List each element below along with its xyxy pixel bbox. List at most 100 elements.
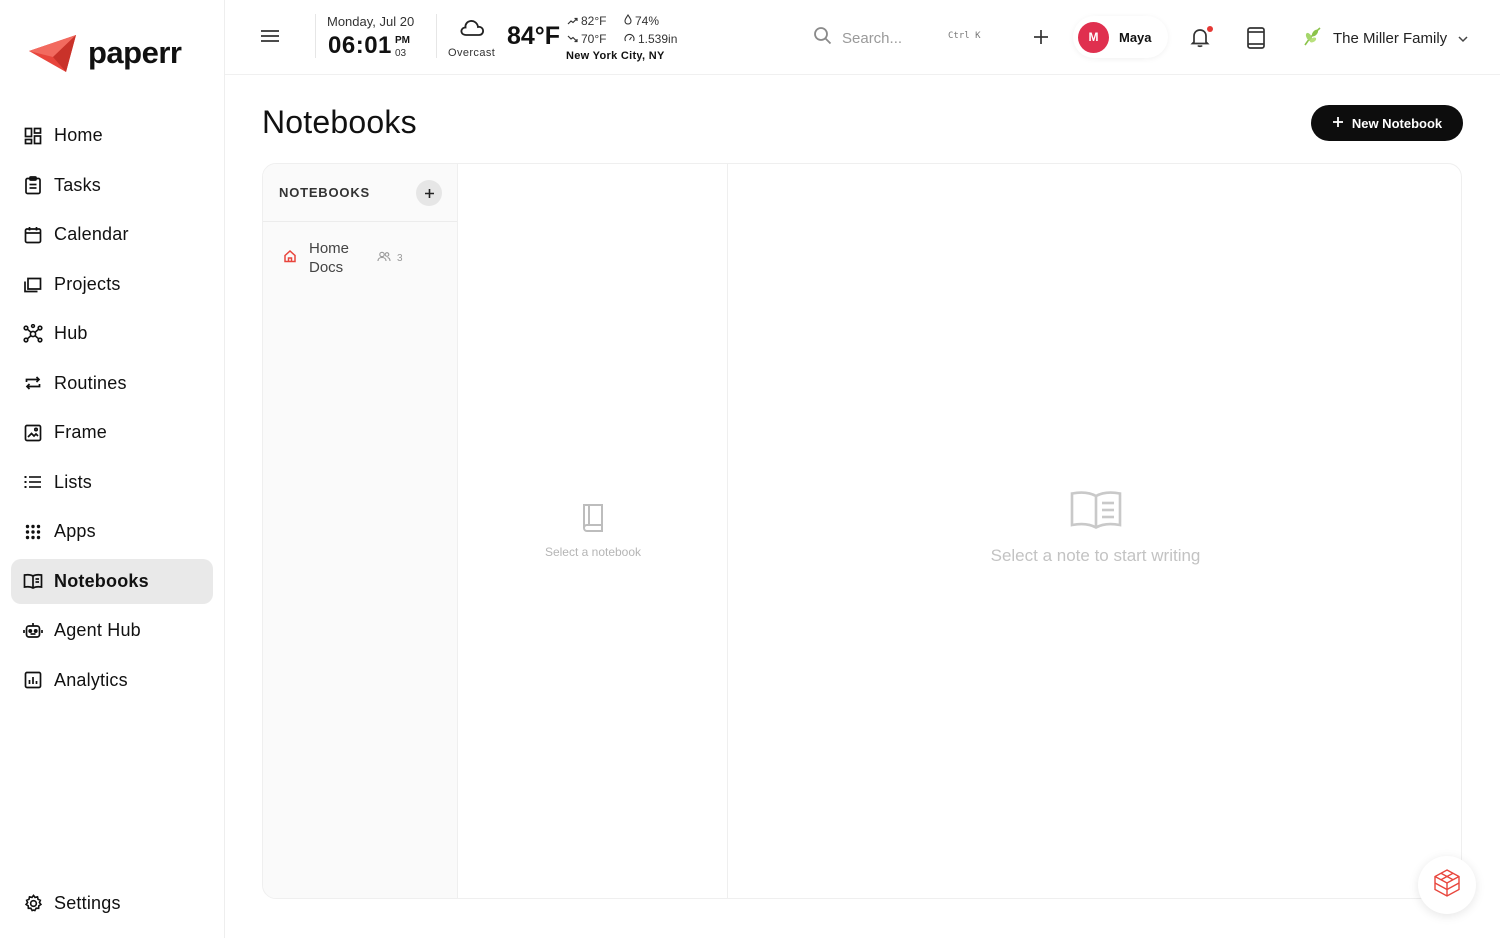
assistant-button[interactable] [1418, 856, 1476, 914]
sidebar-item-notebooks[interactable]: Notebooks [11, 558, 213, 604]
editor-empty-text: Select a note to start writing [990, 546, 1201, 565]
folders-icon [23, 274, 43, 294]
weather-condition: Overcast [448, 47, 496, 59]
user-name: Maya [1119, 29, 1152, 45]
sidebar-item-calendar[interactable]: Calendar [11, 212, 213, 257]
dashboard-icon [23, 126, 43, 146]
notification-dot [1207, 26, 1213, 32]
sidebar-item-projects[interactable]: Projects [11, 262, 213, 307]
sidebar-item-label: Home [54, 125, 103, 145]
sidebar-item-routines[interactable]: Routines [11, 361, 213, 406]
gauge-icon [624, 32, 635, 46]
current-temperature: 84°F [507, 22, 561, 50]
trend-up-icon [567, 14, 578, 28]
sidebar-item-label: Hub [54, 323, 88, 343]
notebooks-panel: NOTEBOOKS Home Docs 3 Select a notebook [262, 163, 1462, 899]
sidebar-item-lists[interactable]: Lists [11, 460, 213, 505]
page-title: Notebooks [262, 104, 417, 140]
app-name: paperr [88, 35, 182, 70]
sidebar-item-label: Settings [54, 893, 121, 913]
temp-low-value: 70°F [581, 32, 607, 46]
divider [315, 14, 316, 58]
sidebar-item-label: Tasks [54, 174, 102, 195]
cube-icon [1432, 868, 1462, 903]
add-notebook-button[interactable] [416, 180, 442, 206]
sidebar-settings: Settings [11, 881, 213, 931]
robot-icon [23, 621, 43, 641]
droplet-icon [624, 13, 632, 28]
sidebar-item-frame[interactable]: Frame [11, 410, 213, 455]
paper-plane-logo-icon [29, 35, 76, 72]
notebook-list-title: NOTEBOOKS [279, 185, 370, 200]
new-notebook-label: New Notebook [1351, 115, 1443, 131]
quick-add-button[interactable] [1030, 26, 1052, 48]
weather-location: New York City, NY [566, 50, 665, 62]
divider [436, 14, 437, 58]
pressure-value: 1.539in [638, 32, 678, 46]
sidebar-item-label: Frame [54, 422, 108, 442]
open-book-icon [1069, 491, 1123, 535]
book-icon [580, 504, 606, 536]
sidebar-item-label: Routines [54, 372, 127, 393]
time-ampm: PM [395, 35, 410, 46]
time-seconds: 03 [395, 48, 407, 59]
menu-icon[interactable] [260, 26, 280, 46]
notebook-item[interactable]: Home Docs 3 [263, 222, 457, 294]
list-icon [23, 472, 43, 492]
sidebar-item-label: Lists [54, 471, 93, 492]
home-icon [283, 249, 297, 268]
tablet-icon[interactable] [1245, 26, 1267, 50]
sidebar-item-agent-hub[interactable]: Agent Hub [11, 608, 213, 653]
repeat-icon [23, 373, 43, 393]
sidebar-nav: Home Tasks Calendar Projects Hub Routine… [11, 113, 213, 707]
chevron-down-icon [1457, 30, 1469, 48]
search-icon [813, 26, 832, 50]
sidebar-item-label: Projects [54, 273, 121, 294]
current-time: 06:01 [328, 32, 392, 59]
notebook-members: 3 [377, 251, 403, 265]
temp-high-value: 82°F [581, 14, 607, 28]
sidebar-item-apps[interactable]: Apps [11, 509, 213, 554]
editor-empty-state: Select a note to start writing [728, 489, 1461, 566]
humidity: 74% [624, 13, 660, 28]
clipboard-icon [23, 175, 43, 195]
search-input[interactable]: Search... [842, 30, 902, 47]
family-name: The Miller Family [1333, 30, 1448, 47]
app-logo[interactable]: paperr [28, 32, 182, 74]
chart-icon [23, 670, 43, 690]
notes-list: Select a notebook [458, 164, 728, 898]
frame-icon [23, 423, 43, 443]
sidebar-item-label: Apps [54, 521, 96, 541]
new-notebook-button[interactable]: New Notebook [1311, 105, 1463, 141]
notebook-list: NOTEBOOKS Home Docs 3 [263, 164, 458, 898]
user-menu[interactable]: M Maya [1073, 16, 1168, 58]
top-bar: Monday, Jul 20 06:01 PM 03 Overcast 84°F… [225, 0, 1500, 75]
sidebar-item-settings[interactable]: Settings [11, 881, 213, 926]
plus-icon [1332, 116, 1344, 131]
sidebar-item-analytics[interactable]: Analytics [11, 658, 213, 703]
temp-low: 70°F [567, 32, 606, 46]
grid-icon [23, 522, 43, 542]
humidity-value: 74% [635, 14, 660, 28]
pressure: 1.539in [624, 32, 677, 46]
temp-high: 82°F [567, 14, 606, 28]
sidebar-item-hub[interactable]: Hub [11, 311, 213, 356]
notebook-list-header: NOTEBOOKS [263, 164, 457, 222]
avatar: M [1078, 21, 1109, 53]
note-editor: Select a note to start writing [728, 164, 1461, 898]
search-shortcut: Ctrl K [948, 31, 981, 41]
sidebar: paperr Home Tasks Calendar Projects Hub … [0, 0, 225, 938]
notes-empty-text: Select a notebook [544, 545, 642, 559]
sidebar-item-tasks[interactable]: Tasks [11, 163, 213, 208]
sidebar-item-home[interactable]: Home [11, 113, 213, 158]
notebook-name: Home Docs [309, 240, 350, 276]
search-bar[interactable]: Search... Ctrl K [813, 24, 998, 52]
sidebar-item-label: Analytics [54, 669, 128, 690]
family-switcher[interactable]: The Miller Family [1303, 25, 1469, 52]
notes-empty-state: Select a notebook [458, 502, 728, 559]
open-book-icon [23, 571, 43, 591]
sidebar-item-label: Notebooks [54, 570, 149, 591]
trend-down-icon [567, 32, 578, 46]
hub-icon [23, 323, 43, 344]
calendar-icon [23, 225, 43, 245]
